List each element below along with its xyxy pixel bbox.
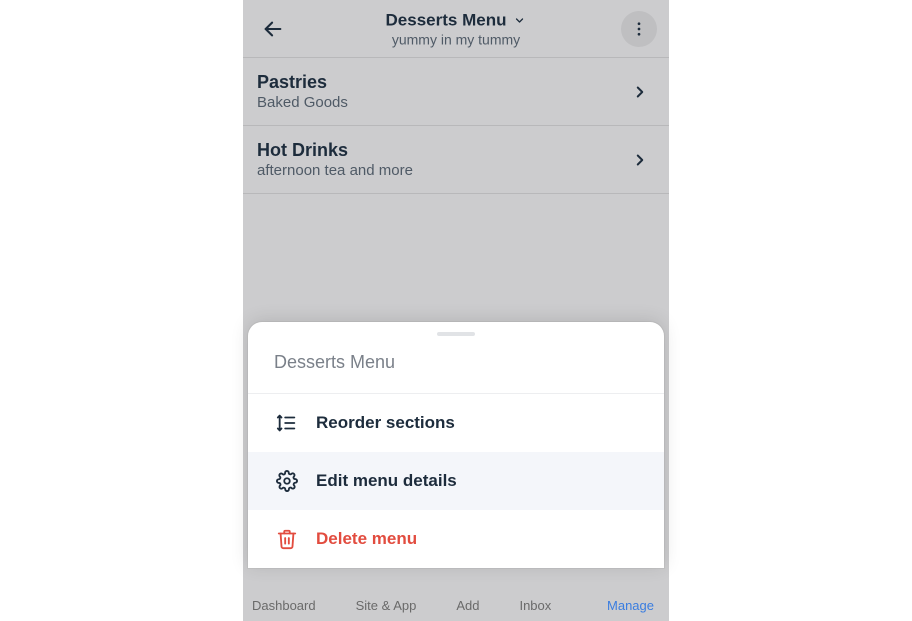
section-subtitle: afternoon tea and more	[257, 162, 413, 179]
header-title-group[interactable]: Desserts Menu yummy in my tummy	[386, 10, 527, 47]
chevron-right-icon	[629, 149, 651, 171]
sheet-item-delete[interactable]: Delete menu	[248, 510, 664, 568]
sheet-item-reorder[interactable]: Reorder sections	[248, 394, 664, 452]
sheet-item-label: Reorder sections	[316, 413, 455, 433]
sheet-item-edit[interactable]: Edit menu details	[248, 452, 664, 510]
trash-icon	[276, 528, 298, 550]
page-title: Desserts Menu	[386, 10, 507, 30]
section-title: Hot Drinks	[257, 140, 413, 161]
bottom-nav-strip: Dashboard Site & App Add Inbox Manage	[248, 598, 664, 621]
nav-inbox[interactable]: Inbox	[519, 598, 551, 613]
nav-dashboard[interactable]: Dashboard	[252, 598, 316, 613]
section-row-pastries[interactable]: Pastries Baked Goods	[243, 58, 669, 126]
header-bar: Desserts Menu yummy in my tummy	[243, 0, 669, 58]
more-options-button[interactable]	[621, 11, 657, 47]
arrow-left-icon	[262, 18, 284, 40]
section-row-hot-drinks[interactable]: Hot Drinks afternoon tea and more	[243, 126, 669, 194]
chevron-down-icon	[512, 13, 526, 27]
more-vertical-icon	[628, 18, 650, 40]
sheet-title: Desserts Menu	[248, 342, 664, 394]
reorder-icon	[276, 412, 298, 434]
page-subtitle: yummy in my tummy	[386, 31, 527, 47]
action-sheet: Desserts Menu Reorder sections Edit menu…	[248, 322, 664, 568]
sheet-item-label: Edit menu details	[316, 471, 457, 491]
gear-icon	[276, 470, 298, 492]
nav-site-app[interactable]: Site & App	[356, 598, 417, 613]
nav-add[interactable]: Add	[456, 598, 479, 613]
chevron-right-icon	[629, 81, 651, 103]
back-button[interactable]	[255, 11, 291, 47]
nav-manage[interactable]: Manage	[607, 598, 654, 613]
section-subtitle: Baked Goods	[257, 94, 348, 111]
sheet-handle[interactable]	[437, 332, 475, 336]
section-title: Pastries	[257, 72, 348, 93]
sheet-item-label: Delete menu	[316, 529, 417, 549]
